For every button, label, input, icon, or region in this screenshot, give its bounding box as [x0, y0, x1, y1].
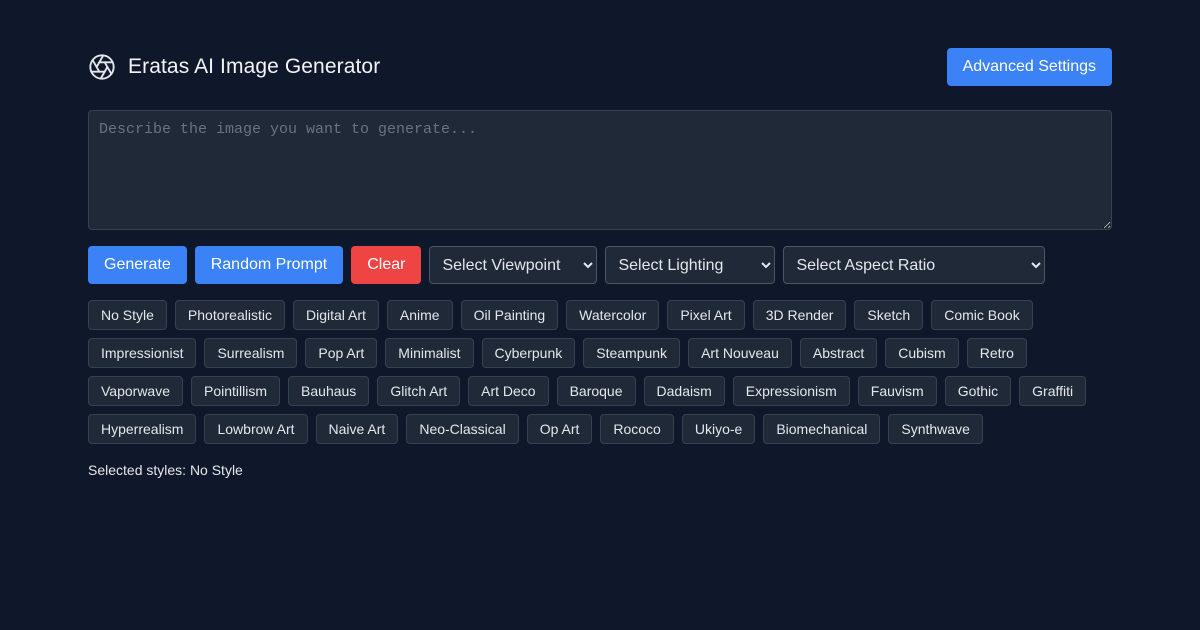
style-chip[interactable]: Neo-Classical	[406, 414, 519, 444]
style-chip[interactable]: No Style	[88, 300, 167, 330]
style-chip[interactable]: Biomechanical	[763, 414, 881, 444]
app-container: Eratas AI Image Generator Advanced Setti…	[88, 48, 1112, 478]
style-chip[interactable]: Steampunk	[583, 338, 681, 368]
style-chip[interactable]: Digital Art	[292, 300, 379, 330]
style-chip[interactable]: Abstract	[799, 338, 878, 368]
brand: Eratas AI Image Generator	[88, 53, 380, 81]
style-chip-grid: No Style Photorealistic Digital Art Anime Oi…	[88, 300, 1112, 452]
style-chip[interactable]: Bauhaus	[288, 376, 370, 406]
style-chip[interactable]: Pointillism	[191, 376, 281, 406]
aperture-icon	[88, 53, 116, 81]
style-chip[interactable]: Anime	[386, 300, 453, 330]
style-chip[interactable]: Pop Art	[305, 338, 378, 368]
generate-button[interactable]: Generate	[88, 246, 187, 284]
style-chip[interactable]: Art Deco	[468, 376, 549, 406]
header: Eratas AI Image Generator Advanced Setti…	[88, 48, 1112, 86]
style-chip[interactable]: Expressionism	[732, 376, 850, 406]
clear-button[interactable]: Clear	[351, 246, 422, 284]
style-chip[interactable]: Graffiti	[1019, 376, 1087, 406]
style-chip[interactable]: Op Art	[526, 414, 593, 444]
style-chip[interactable]: Ukiyo-e	[681, 414, 756, 444]
style-chip[interactable]: Gothic	[944, 376, 1012, 406]
advanced-settings-button[interactable]: Advanced Settings	[946, 48, 1112, 86]
style-chip[interactable]: Cubism	[885, 338, 959, 368]
style-chip[interactable]: Cyberpunk	[481, 338, 576, 368]
style-chip[interactable]: Retro	[966, 338, 1027, 368]
style-chip[interactable]: 3D Render	[752, 300, 847, 330]
style-chip[interactable]: Rococo	[600, 414, 674, 444]
style-chip[interactable]: Vaporwave	[88, 376, 184, 406]
lighting-select[interactable]: Select Lighting	[605, 246, 776, 284]
style-chip[interactable]: Lowbrow Art	[204, 414, 308, 444]
aspect-ratio-select[interactable]: Select Aspect Ratio	[783, 246, 1046, 284]
style-row: No Style Photorealistic Digital Art Anime Oi…	[88, 300, 1112, 330]
app-title: Eratas AI Image Generator	[128, 55, 381, 78]
style-chip[interactable]: Impressionist	[88, 338, 197, 368]
style-chip[interactable]: Art Nouveau	[688, 338, 792, 368]
random-prompt-button[interactable]: Random Prompt	[194, 246, 344, 284]
selected-styles-text: Selected styles: No Style	[88, 462, 243, 478]
style-chip[interactable]: Hyperrealism	[88, 414, 197, 444]
style-chip[interactable]: Dadaism	[643, 376, 725, 406]
style-row: Vaporwave Pointillism Bauhaus Glitch Art Art…	[88, 376, 1112, 406]
style-row: Hyperrealism Lowbrow Art Naive Art Neo-Clas…	[88, 414, 1112, 444]
controls-bar: Generate Random Prompt Clear Select View…	[88, 246, 1112, 284]
style-row: Impressionist Surrealism Pop Art Minimalist…	[88, 338, 1112, 368]
style-chip[interactable]: Oil Painting	[460, 300, 559, 330]
style-chip[interactable]: Naive Art	[315, 414, 399, 444]
style-chip[interactable]: Pixel Art	[667, 300, 745, 330]
style-chip[interactable]: Watercolor	[566, 300, 660, 330]
style-chip[interactable]: Glitch Art	[377, 376, 461, 406]
style-chip[interactable]: Synthwave	[888, 414, 983, 444]
style-chip[interactable]: Surrealism	[204, 338, 298, 368]
style-chip[interactable]: Photorealistic	[174, 300, 285, 330]
prompt-input[interactable]	[88, 110, 1112, 230]
style-chip[interactable]: Fauvism	[857, 376, 937, 406]
style-chip[interactable]: Sketch	[854, 300, 924, 330]
style-chip[interactable]: Baroque	[556, 376, 636, 406]
viewpoint-select[interactable]: Select Viewpoint	[429, 246, 598, 284]
style-chip[interactable]: Comic Book	[931, 300, 1033, 330]
style-chip[interactable]: Minimalist	[385, 338, 474, 368]
